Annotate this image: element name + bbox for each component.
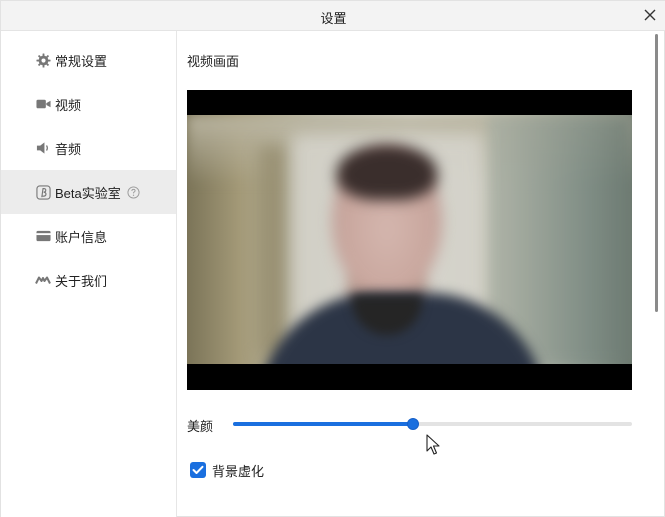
slider-thumb[interactable] bbox=[407, 418, 419, 430]
background-blur-checkbox[interactable] bbox=[190, 462, 206, 478]
beta-icon bbox=[35, 184, 51, 200]
content-scrollbar[interactable] bbox=[651, 31, 665, 517]
background-blur-label: 背景虚化 bbox=[212, 463, 265, 479]
settings-sidebar: 常规设置 视频 音频 Beta实验室 账户信息 关于我们 bbox=[1, 31, 177, 517]
sidebar-item-beta-lab[interactable]: Beta实验室 bbox=[1, 170, 176, 214]
background-blur-option[interactable]: 背景虚化 bbox=[190, 461, 264, 479]
slider-fill bbox=[233, 422, 413, 426]
card-icon bbox=[35, 228, 51, 244]
close-button[interactable] bbox=[640, 5, 660, 25]
camera-feed-image bbox=[187, 115, 632, 364]
scroll-thumb[interactable] bbox=[655, 34, 658, 312]
question-circle-icon[interactable] bbox=[127, 185, 140, 199]
video-preview bbox=[187, 90, 632, 390]
sidebar-item-video[interactable]: 视频 bbox=[1, 82, 176, 126]
sidebar-item-account[interactable]: 账户信息 bbox=[1, 214, 176, 258]
sidebar-item-label: 视频 bbox=[55, 97, 82, 113]
close-icon bbox=[644, 9, 656, 21]
title-bar: 设置 bbox=[1, 1, 665, 31]
gear-icon bbox=[35, 52, 51, 68]
beauty-label: 美颜 bbox=[187, 419, 214, 434]
sidebar-item-label: 常规设置 bbox=[55, 53, 108, 69]
sidebar-item-general[interactable]: 常规设置 bbox=[1, 38, 176, 82]
beauty-slider[interactable] bbox=[233, 418, 632, 430]
sidebar-item-label: Beta实验室 bbox=[55, 185, 121, 201]
sidebar-item-label: 账户信息 bbox=[55, 229, 108, 245]
video-camera-icon bbox=[35, 96, 51, 112]
settings-content: 视频画面 美颜 背景虚化 bbox=[178, 31, 650, 517]
settings-window: 设置 常规设置 视频 音频 Beta实验室 账户信息 关于我们 视频画面 美颜 … bbox=[0, 0, 665, 517]
sidebar-item-about[interactable]: 关于我们 bbox=[1, 258, 176, 302]
window-title: 设置 bbox=[320, 11, 347, 26]
about-logo-icon bbox=[35, 272, 51, 288]
speaker-icon bbox=[35, 140, 51, 156]
sidebar-item-label: 关于我们 bbox=[55, 273, 108, 289]
sidebar-item-audio[interactable]: 音频 bbox=[1, 126, 176, 170]
sidebar-item-label: 音频 bbox=[55, 141, 82, 157]
checkmark-icon bbox=[192, 465, 204, 474]
section-title: 视频画面 bbox=[187, 54, 240, 69]
